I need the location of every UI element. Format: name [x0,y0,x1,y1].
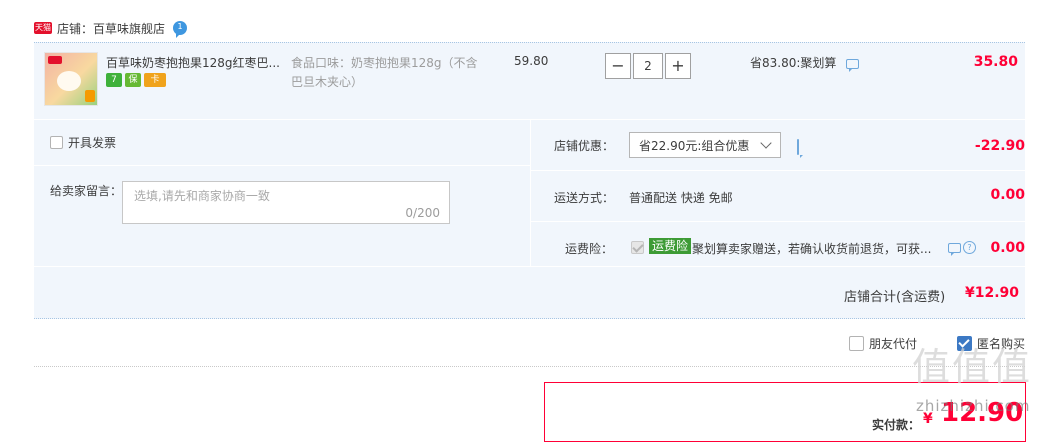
help-icon[interactable]: ? [963,241,976,254]
divider [34,266,1025,267]
message-char-count: 0/200 [405,206,440,220]
store-total-label: 店铺合计(含运费) [844,290,946,305]
divider [530,221,1025,222]
quantity-minus-button[interactable]: − [605,53,631,79]
divider [530,170,1025,171]
store-discount-select[interactable]: 省22.90元:组合优惠 [629,132,781,158]
item-subtotal: 35.80 [973,54,1018,70]
invoice-checkbox[interactable] [50,136,63,149]
divider [530,120,531,266]
product-image[interactable] [44,52,98,106]
credit-card-icon[interactable]: 卡 [144,73,166,87]
message-icon[interactable] [797,139,799,155]
seller-message-label: 给卖家留言： [50,184,123,198]
message-icon[interactable] [846,58,860,72]
insurance-amount: 0.00 [990,240,1025,256]
product-title-link[interactable]: 百草味奶枣抱抱果128g红枣巴... [106,54,284,71]
seller-message-input[interactable] [134,187,434,207]
payment-label: 实付款： [872,418,921,432]
seller-message-box: 0/200 [122,181,450,224]
guarantee-icon[interactable]: 保 [125,73,141,87]
chat-count: 1 [177,22,183,31]
insurance-icons: ? [948,241,976,256]
shipping-method: 普通配送 快递 免邮 [629,191,733,205]
insurance-label: 运费险： [565,242,614,256]
friend-pay-checkbox[interactable] [849,336,864,351]
store-header: 天猫 店铺：百草味旗舰店 1 [34,18,188,38]
product-sku: 食品口味：奶枣抱抱果128g（不含巴旦木夹心） [291,56,478,89]
divider [34,165,530,166]
invoice-option[interactable]: 开具发票 [50,134,116,151]
store-discount-selected: 省22.90元:组合优惠 [639,138,750,153]
watermark-url: zhizhizhi.com [916,397,1031,415]
insurance-checkbox-wrap [631,241,644,254]
friend-pay-option[interactable]: 朋友代付 [849,335,917,352]
product-tag-icon [85,90,95,102]
promotion-saving: 省83.80:聚划算 [750,54,860,72]
brand-logo-icon [48,56,62,64]
store-discount-amount: -22.90 [974,138,1025,154]
shipping-label: 运送方式： [554,191,615,205]
product-ball-icon [57,71,81,91]
store-name-link[interactable]: 店铺：百草味旗舰店 [57,20,165,37]
watermark: 值值值 zhizhizhi.com [912,345,1052,415]
shipping-amount: 0.00 [990,187,1025,203]
service-icons: 7 保 卡 [106,73,166,87]
quantity-plus-button[interactable]: + [665,53,691,79]
promotion-saving-text: 省83.80:聚划算 [750,56,837,70]
invoice-label: 开具发票 [68,136,117,150]
insurance-checkbox [631,241,644,254]
store-discount-label: 店铺优惠： [554,139,615,153]
friend-pay-label: 朋友代付 [869,337,918,351]
unit-price: 59.80 [514,54,549,68]
chat-icon[interactable]: 1 [173,21,188,38]
divider [34,366,1025,367]
message-icon[interactable] [948,242,961,256]
quantity-input[interactable]: 2 [633,53,663,79]
insurance-description: 聚划算卖家赠送，若确认收货前退货，可获... [692,242,932,256]
chevron-down-icon [760,137,772,149]
tmall-badge: 天猫 [34,22,52,34]
seven-day-return-icon[interactable]: 7 [106,73,122,87]
store-total-value: ¥12.90 [964,285,1019,301]
quantity-stepper: − 2 + [605,53,691,79]
insurance-badge: 运费险 [649,238,692,254]
watermark-logo: 值值值 [912,345,1033,389]
